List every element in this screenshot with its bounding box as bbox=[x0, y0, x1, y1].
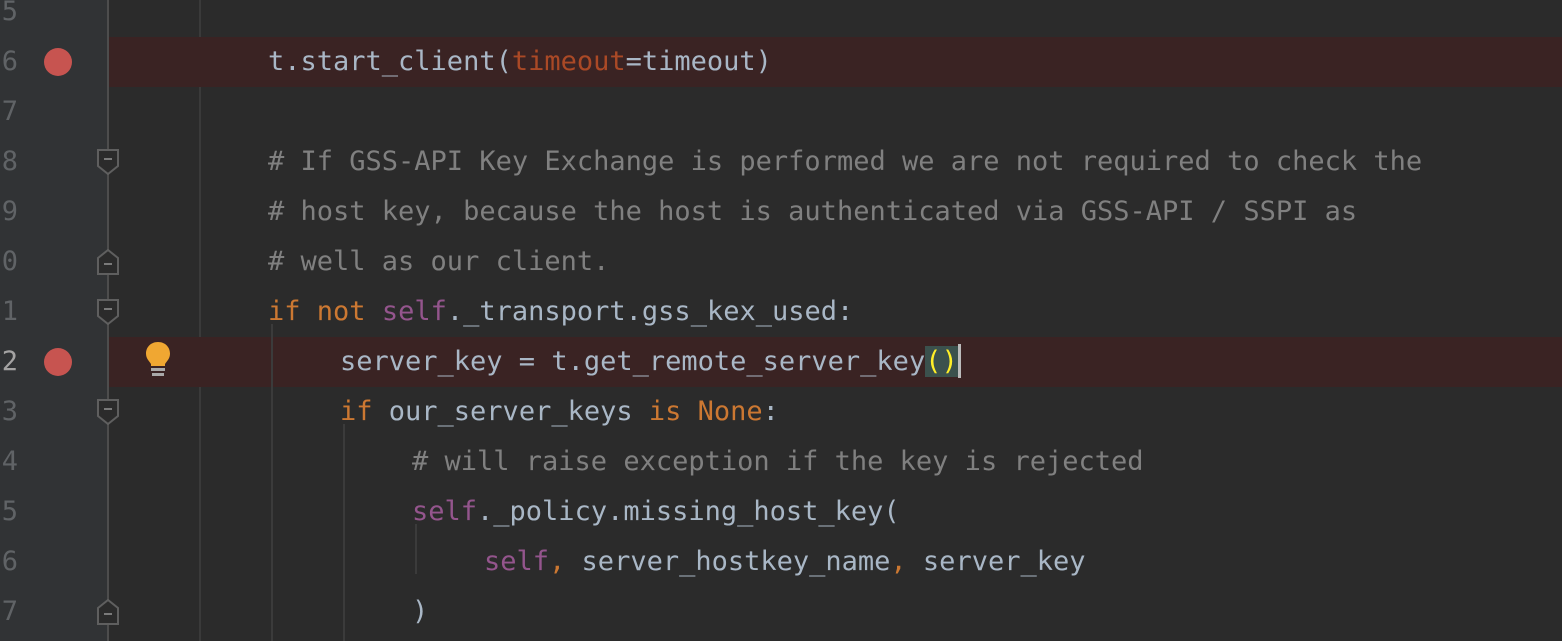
code-text[interactable]: # will raise exception if the key is rej… bbox=[412, 437, 1144, 487]
code-line-background bbox=[109, 387, 1562, 437]
code-token: server_key bbox=[906, 546, 1086, 577]
code-token: self bbox=[484, 546, 550, 577]
indent-guide bbox=[271, 324, 273, 641]
code-line[interactable]: 05 bbox=[0, 0, 1562, 37]
line-number[interactable]: 07 bbox=[0, 87, 18, 137]
code-line-background bbox=[109, 587, 1562, 637]
code-token: ._transport.gss_kex_used: bbox=[446, 296, 854, 327]
code-line[interactable]: 17) bbox=[0, 587, 1562, 637]
line-number[interactable]: 13 bbox=[0, 387, 18, 437]
matched-brace: () bbox=[925, 346, 958, 377]
text-caret bbox=[957, 343, 961, 378]
code-token: # will raise exception if the key is rej… bbox=[412, 446, 1144, 477]
code-token: if bbox=[340, 396, 373, 427]
indent-guide bbox=[343, 424, 345, 641]
code-line[interactable]: 11 if not self._transport.gss_kex_used: bbox=[0, 287, 1562, 337]
code-token: # If GSS-API Key Exchange is performed w… bbox=[268, 146, 1423, 177]
line-number[interactable]: 11 bbox=[0, 287, 18, 337]
code-line[interactable]: 13 if our_server_keys is None: bbox=[0, 387, 1562, 437]
code-text[interactable]: ) bbox=[412, 587, 428, 637]
code-token: None bbox=[697, 396, 763, 427]
code-token: # well as our client. bbox=[268, 246, 610, 277]
code-token: not bbox=[316, 296, 366, 327]
code-line[interactable]: 14 # will raise exception if the key is r… bbox=[0, 437, 1562, 487]
code-token: , bbox=[890, 546, 907, 577]
line-number[interactable]: 05 bbox=[0, 0, 18, 37]
code-text[interactable]: self, server_hostkey_name, server_key bbox=[484, 537, 1085, 587]
fold-end-icon[interactable] bbox=[97, 249, 119, 275]
line-number[interactable]: 09 bbox=[0, 187, 18, 237]
code-token: ) bbox=[412, 596, 429, 627]
code-text[interactable]: if our_server_keys is None: bbox=[340, 387, 779, 437]
code-text[interactable]: if not self._transport.gss_kex_used: bbox=[268, 287, 853, 337]
code-token: self bbox=[381, 296, 447, 327]
code-text[interactable]: self._policy.missing_host_key( bbox=[412, 487, 900, 537]
fold-start-icon[interactable] bbox=[97, 399, 119, 425]
code-token: timeout bbox=[511, 46, 626, 77]
line-number[interactable]: 15 bbox=[0, 487, 18, 537]
code-line[interactable]: 09 # host key, because the host is authen… bbox=[0, 187, 1562, 237]
code-line[interactable]: 08 # If GSS-API Key Exchange is performed… bbox=[0, 137, 1562, 187]
line-number[interactable]: 16 bbox=[0, 537, 18, 587]
code-text[interactable]: t.start_client(timeout=timeout) bbox=[268, 37, 772, 87]
code-text[interactable]: # If GSS-API Key Exchange is performed w… bbox=[268, 137, 1422, 187]
line-number[interactable]: 10 bbox=[0, 237, 18, 287]
fold-start-icon[interactable] bbox=[97, 149, 119, 175]
fold-end-icon[interactable] bbox=[97, 599, 119, 625]
fold-start-icon[interactable] bbox=[97, 299, 119, 325]
code-token: =timeout) bbox=[625, 46, 772, 77]
line-number[interactable]: 12 bbox=[0, 337, 18, 387]
code-editor[interactable]: 0506 t.start_client(timeout=timeout) 0708 #… bbox=[0, 0, 1562, 641]
code-line[interactable]: 06 t.start_client(timeout=timeout) bbox=[0, 37, 1562, 87]
code-line[interactable]: 12 server_key = t.get_remote_server_key() bbox=[0, 337, 1562, 387]
intention-lightbulb-icon[interactable] bbox=[144, 340, 172, 380]
code-token: # host key, because the host is authenti… bbox=[268, 196, 1358, 227]
breakpoint-icon[interactable] bbox=[44, 348, 72, 376]
line-number[interactable]: 06 bbox=[0, 37, 18, 87]
code-line[interactable]: 16 self, server_hostkey_name, server_key bbox=[0, 537, 1562, 587]
code-token: server_hostkey_name bbox=[565, 546, 891, 577]
code-text[interactable]: # host key, because the host is authenti… bbox=[268, 187, 1357, 237]
code-token: our_server_keys bbox=[372, 396, 649, 427]
breakpoint-icon[interactable] bbox=[44, 48, 72, 76]
code-line-background bbox=[109, 0, 1562, 37]
code-line[interactable]: 07 bbox=[0, 87, 1562, 137]
code-token: if bbox=[268, 296, 301, 327]
indent-guide bbox=[415, 524, 417, 574]
code-token: self bbox=[412, 496, 478, 527]
code-line[interactable]: 10 # well as our client. bbox=[0, 237, 1562, 287]
code-line[interactable]: 15 self._policy.missing_host_key( bbox=[0, 487, 1562, 537]
code-text[interactable]: # well as our client. bbox=[268, 237, 609, 287]
code-token: : bbox=[762, 396, 779, 427]
code-token: is bbox=[648, 396, 682, 427]
code-token: ._policy.missing_host_key( bbox=[477, 496, 900, 527]
code-token: server_key = t.get_remote_server_key bbox=[340, 346, 926, 377]
code-line-background bbox=[109, 87, 1562, 137]
code-token: , bbox=[549, 546, 566, 577]
code-token: t.start_client( bbox=[268, 46, 512, 77]
line-number[interactable]: 08 bbox=[0, 137, 18, 187]
line-number[interactable]: 14 bbox=[0, 437, 18, 487]
code-text[interactable]: server_key = t.get_remote_server_key() bbox=[340, 337, 961, 387]
line-number[interactable]: 17 bbox=[0, 587, 18, 637]
